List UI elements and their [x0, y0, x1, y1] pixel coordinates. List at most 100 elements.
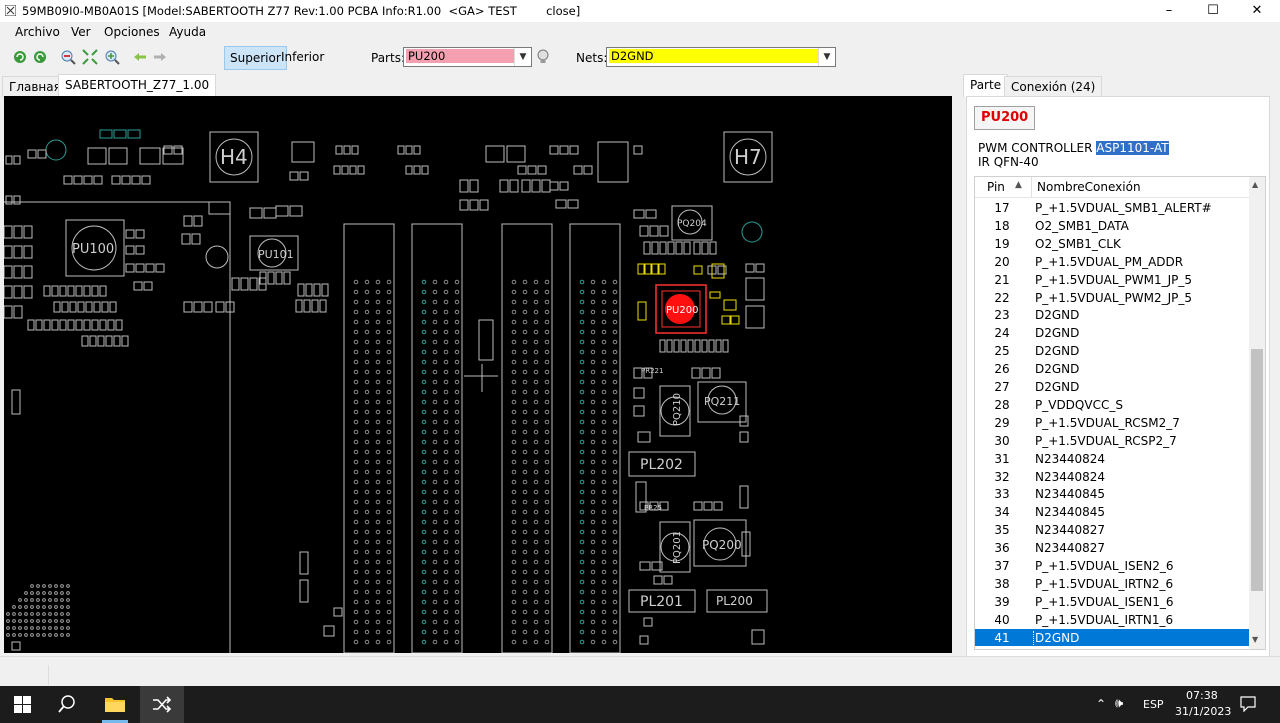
pcb-pad[interactable] [730, 315, 740, 325]
pcb-pad[interactable] [693, 501, 703, 511]
pcb-pad[interactable] [633, 405, 645, 417]
pcb-pad[interactable] [639, 561, 651, 571]
pcb-pad[interactable] [240, 277, 249, 291]
pcb-pad[interactable] [121, 335, 129, 347]
close-button[interactable]: ✕ [1234, 0, 1280, 22]
column-netname[interactable]: NombreConexión [1037, 180, 1141, 194]
pcb-pad[interactable] [559, 145, 569, 155]
pcb-pad[interactable] [89, 335, 97, 347]
pcb-pad[interactable] [108, 147, 128, 165]
parts-combo[interactable]: PU200 ▼ [403, 47, 532, 67]
pcb-pad[interactable] [135, 245, 145, 255]
pcb-pad[interactable] [739, 431, 749, 443]
pcb-pad[interactable] [13, 155, 21, 165]
pcb-pad[interactable] [297, 283, 305, 297]
pcb-pad[interactable] [709, 241, 717, 255]
pcb-pad[interactable] [91, 285, 99, 297]
side-inferior-button[interactable]: Inferior [276, 46, 329, 68]
table-row[interactable]: 23 D2GND [975, 306, 1249, 324]
pcb-pad[interactable] [573, 165, 583, 175]
pcb-pad[interactable] [249, 277, 258, 291]
pcb-pad[interactable] [637, 301, 647, 321]
chevron-down-icon[interactable]: ▼ [514, 48, 531, 66]
pcb-pad[interactable] [13, 305, 23, 319]
menu-archivo[interactable]: Archivo [15, 25, 60, 39]
chevron-down-icon[interactable]: ▼ [818, 48, 835, 66]
pcb-pad[interactable] [27, 319, 35, 331]
pcb-pad[interactable] [722, 339, 729, 353]
pcb-pad[interactable] [85, 301, 93, 313]
pcb-pad[interactable] [633, 209, 645, 219]
pcb-pad[interactable] [75, 319, 83, 331]
pcb-pad[interactable] [99, 129, 113, 139]
pcb-pad[interactable] [541, 179, 551, 193]
table-row[interactable]: 29 P_+1.5VDUAL_RCSM2_7 [975, 414, 1249, 432]
pcb-pad[interactable] [711, 367, 721, 379]
pcb-pad[interactable] [643, 617, 653, 627]
pcb-pad[interactable] [4, 305, 13, 319]
pcb-pad[interactable] [143, 281, 153, 291]
pcb-pad[interactable] [83, 175, 93, 185]
pcb-pad[interactable] [87, 147, 107, 165]
pcb-pad[interactable] [335, 145, 343, 155]
sort-up-icon[interactable]: ▲ [1015, 180, 1022, 190]
pcb-pad[interactable] [81, 335, 89, 347]
pcb-pad[interactable] [413, 165, 421, 175]
pcb-pad[interactable] [659, 225, 669, 237]
pcb-canvas[interactable]: H4 H7 PU100 PU101 PU200 PQ211 PQ210 PL20… [4, 96, 952, 653]
pcb-pad[interactable] [99, 319, 107, 331]
pcb-pad[interactable] [583, 165, 593, 175]
pcb-pad[interactable] [645, 209, 657, 219]
pcb-pad[interactable] [67, 285, 75, 297]
pcb-pad[interactable] [701, 241, 709, 255]
pcb-pad[interactable] [35, 319, 43, 331]
nets-value[interactable]: D2GND [609, 49, 818, 63]
pcb-pad[interactable] [739, 485, 749, 509]
pcb-pad[interactable] [299, 551, 309, 575]
pcb-pad[interactable] [183, 301, 193, 313]
pcb-pad[interactable] [191, 233, 201, 245]
pcb-pad[interactable] [289, 205, 303, 217]
table-row[interactable]: 28 P_VDDQVCC_S [975, 396, 1249, 414]
pcb-pad[interactable] [61, 301, 69, 313]
tab-conexion[interactable]: Conexión (24) [1004, 76, 1103, 97]
table-row[interactable]: 30 P_+1.5VDUAL_RCSP2_7 [975, 432, 1249, 450]
pcb-pad[interactable] [109, 301, 117, 313]
pcb-pad[interactable] [521, 179, 531, 193]
zoom-out-icon[interactable] [60, 49, 76, 65]
pcb-pad[interactable] [183, 215, 193, 227]
table-row[interactable]: 36 N23440827 [975, 539, 1249, 557]
pcb-pad[interactable] [659, 241, 667, 255]
pcb-pad[interactable] [215, 301, 225, 313]
pcb-pad[interactable] [701, 367, 711, 379]
vertical-scrollbar[interactable]: ▲ ▼ [1249, 177, 1265, 649]
pcb-pad[interactable] [651, 241, 659, 255]
table-row[interactable]: 18 O2_SMB1_DATA [975, 217, 1249, 235]
pcb-pad[interactable] [4, 285, 13, 299]
table-row[interactable]: 24 D2GND [975, 324, 1249, 342]
table-row[interactable]: 38 P_+1.5VDUAL_IRTN2_6 [975, 575, 1249, 593]
pcb-pad[interactable] [93, 175, 103, 185]
table-row[interactable]: 33 N23440845 [975, 485, 1249, 503]
minimize-button[interactable]: – [1146, 0, 1192, 22]
pcb-pad[interactable] [343, 145, 351, 155]
table-row[interactable]: 27 D2GND [975, 378, 1249, 396]
maximize-button[interactable]: ☐ [1190, 0, 1236, 22]
pcb-pad[interactable] [341, 165, 349, 175]
pcb-pad[interactable] [643, 241, 651, 255]
pcb-pad[interactable] [693, 241, 701, 255]
pcb-pad[interactable] [275, 271, 283, 285]
pcb-pad[interactable] [517, 165, 527, 175]
pcb-pad[interactable] [77, 301, 85, 313]
pcb-pad[interactable] [659, 339, 666, 353]
pcb-pad[interactable] [4, 265, 13, 279]
pcb-pad[interactable] [663, 575, 673, 585]
pcb-pad[interactable] [413, 145, 421, 155]
pcb-pad[interactable] [745, 263, 755, 273]
pcb-pad[interactable] [107, 319, 115, 331]
pcb-pad[interactable] [99, 285, 107, 297]
pin-list[interactable]: Pin ▲ NombreConexión 17 P_+1.5VDUAL_SMB1_… [974, 176, 1266, 650]
pcb-pad[interactable] [121, 175, 131, 185]
pcb-pad[interactable] [555, 199, 567, 209]
pcb-pad[interactable] [139, 147, 161, 165]
